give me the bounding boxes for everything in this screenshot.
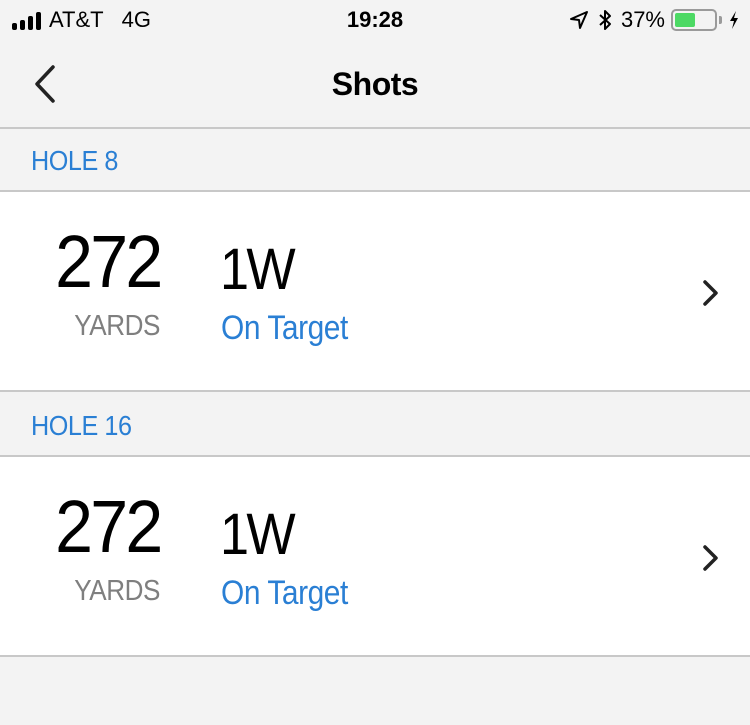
bluetooth-icon <box>599 10 611 30</box>
status-right: 37% <box>569 6 740 34</box>
section-header-hole-16: HOLE 16 <box>0 394 750 457</box>
battery-level-fill <box>675 13 695 27</box>
shot-row[interactable]: 272 YARDS 1W On Target <box>0 192 750 392</box>
location-arrow-icon <box>569 11 588 29</box>
battery-icon <box>671 9 717 31</box>
shot-row[interactable]: 272 YARDS 1W On Target <box>0 457 750 657</box>
shot-distance-unit: YARDS <box>74 310 160 342</box>
navigation-bar: Shots <box>0 40 750 129</box>
section-header-label: HOLE 8 <box>31 145 118 176</box>
shot-distance: 272 <box>55 485 163 568</box>
shot-result: On Target <box>221 574 348 612</box>
shot-club: 1W <box>220 502 296 567</box>
battery-percent: 37% <box>620 7 665 32</box>
shot-club: 1W <box>220 237 296 302</box>
section-header-hole-8: HOLE 8 <box>0 129 750 192</box>
status-bar: AT&T 4G 19:28 37% <box>0 0 750 40</box>
shot-result: On Target <box>221 309 348 347</box>
shot-distance-unit: YARDS <box>74 575 160 607</box>
battery-tip <box>719 16 722 24</box>
chevron-right-icon <box>703 545 718 571</box>
section-header-label: HOLE 16 <box>31 410 132 441</box>
chevron-right-icon <box>703 280 718 306</box>
shot-distance: 272 <box>55 220 163 303</box>
page-title: Shots <box>331 66 419 102</box>
charging-bolt-icon <box>730 11 738 29</box>
